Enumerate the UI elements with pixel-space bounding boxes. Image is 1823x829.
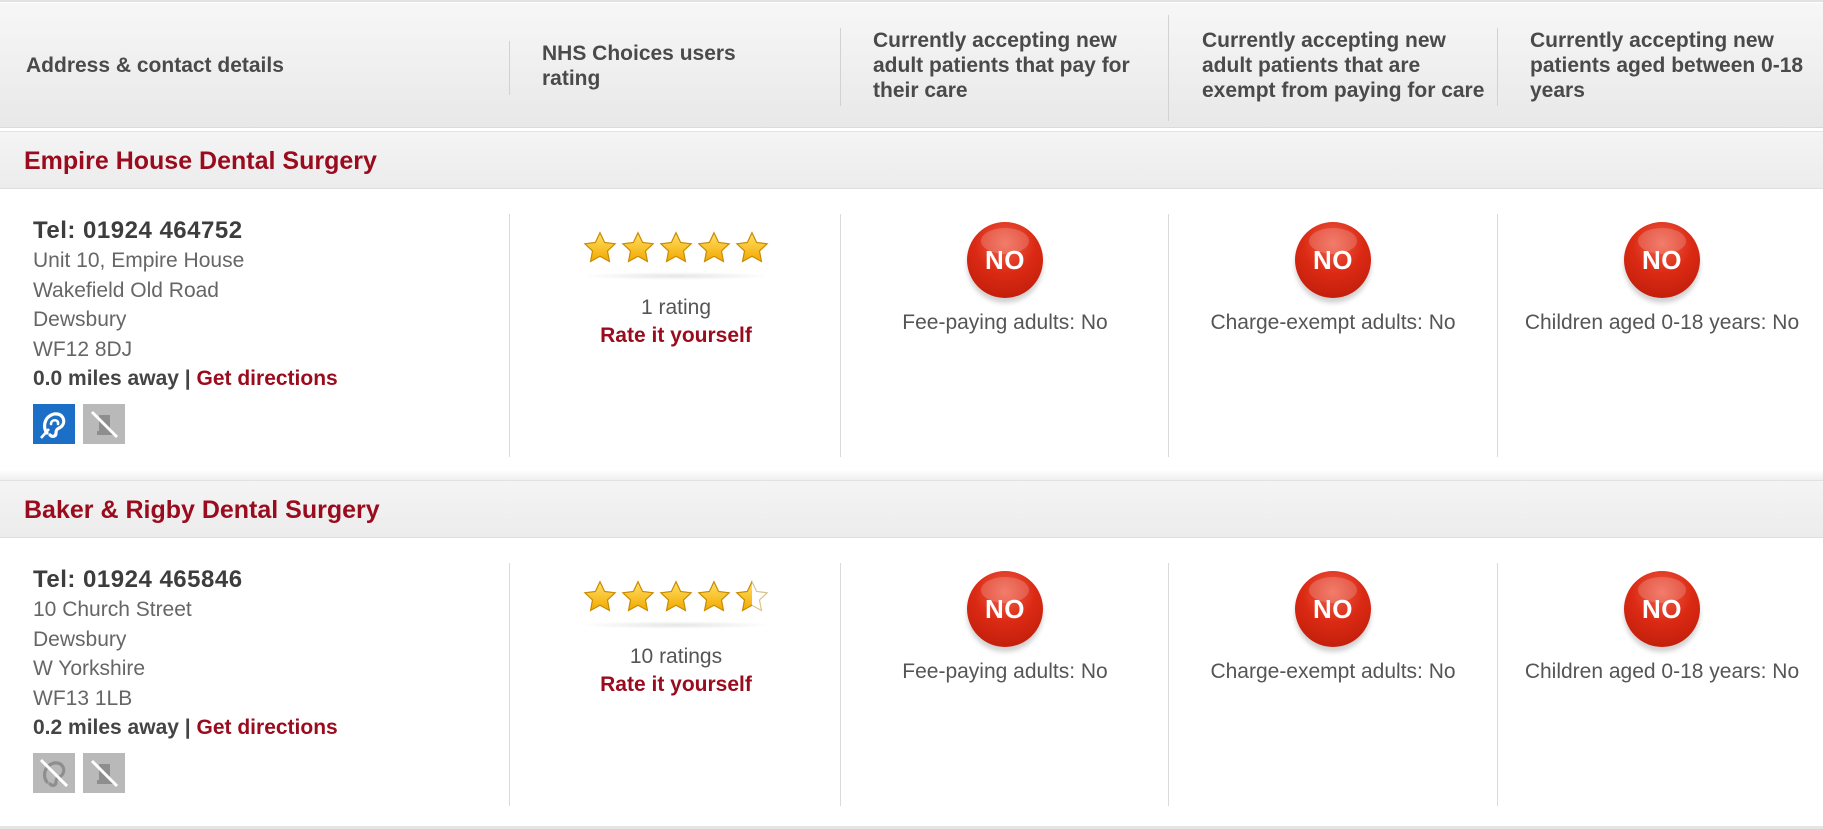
get-directions-link[interactable]: Get directions: [197, 367, 338, 390]
contact-details: Tel: 01924 465846 10 Church Street Dewsb…: [33, 565, 503, 793]
users-rating: 1 rating Rate it yourself: [510, 190, 842, 348]
address-line: Unit 10, Empire House: [33, 249, 245, 272]
hearing-loop-unavailable-icon[interactable]: [33, 753, 75, 793]
wheelchair-unavailable-icon[interactable]: [83, 753, 125, 793]
star-icon: [735, 231, 769, 263]
address-postcode: WF13 1LB: [33, 686, 133, 710]
distance: 0.0 miles away: [33, 367, 179, 390]
no-badge-icon: NO: [967, 222, 1043, 298]
users-rating: 10 ratings Rate it yourself: [510, 539, 842, 697]
no-badge-icon: NO: [1624, 222, 1700, 298]
children-status: NO Children aged 0-18 years: No: [1498, 190, 1823, 336]
distance: 0.2 miles away: [33, 716, 179, 739]
get-directions-link[interactable]: Get directions: [197, 716, 338, 739]
header-children: Currently accepting new patients aged be…: [1530, 29, 1804, 102]
star-icon: [697, 231, 731, 263]
star-shadow: [578, 621, 774, 629]
rate-it-yourself-link[interactable]: Rate it yourself: [600, 324, 752, 348]
practice-name-link[interactable]: Empire House Dental Surgery: [24, 132, 377, 190]
separator: |: [184, 716, 191, 739]
status-text: Fee-paying adults: No: [902, 660, 1108, 683]
hearing-loop-icon[interactable]: [33, 404, 75, 444]
star-icon: [659, 580, 693, 612]
header-charge-exempt: Currently accepting new adult patients t…: [1202, 29, 1485, 102]
star-icon: [621, 231, 655, 263]
rating-count: 1 rating: [640, 296, 712, 319]
separator: |: [184, 367, 191, 390]
no-badge-icon: NO: [1295, 222, 1371, 298]
practice-row: Tel: 01924 464752 Unit 10, Empire House …: [0, 190, 1823, 480]
star-icon: [583, 580, 617, 612]
no-badge-icon: NO: [967, 571, 1043, 647]
accessibility-icons: [33, 753, 503, 793]
star-rating: [510, 579, 842, 617]
header-divider: [509, 41, 510, 95]
distance-line: 0.0 miles away | Get directions: [33, 364, 503, 394]
wheelchair-unavailable-icon[interactable]: [83, 404, 125, 444]
address-line: Dewsbury: [33, 627, 127, 651]
fee-paying-status: NO Fee-paying adults: No: [841, 539, 1169, 685]
telephone: Tel: 01924 464752: [33, 217, 243, 244]
top-divider: [0, 0, 1823, 2]
address-line: Dewsbury: [33, 308, 127, 331]
status-text: Charge-exempt adults: No: [1210, 311, 1456, 334]
fee-paying-status: NO Fee-paying adults: No: [841, 190, 1169, 336]
practice-name-link[interactable]: Baker & Rigby Dental Surgery: [24, 481, 380, 539]
table-header: Address & contact details NHS Choices us…: [0, 3, 1823, 128]
distance-line: 0.2 miles away | Get directions: [33, 713, 503, 743]
rate-it-yourself-link[interactable]: Rate it yourself: [600, 673, 752, 697]
dentist-results-table: Address & contact details NHS Choices us…: [0, 0, 1823, 829]
half-star-icon: [735, 580, 769, 612]
address-postcode: WF12 8DJ: [33, 337, 133, 361]
contact-details: Tel: 01924 464752 Unit 10, Empire House …: [33, 216, 503, 444]
header-fee-paying: Currently accepting new adult patients t…: [873, 29, 1130, 102]
telephone: Tel: 01924 465846: [33, 566, 243, 593]
rating-count: 10 ratings: [629, 645, 723, 668]
address-line: 10 Church Street: [33, 598, 192, 621]
header-rating: NHS Choices users rating: [542, 41, 736, 90]
header-divider: [1497, 28, 1498, 106]
star-icon: [697, 580, 731, 612]
address-line: W Yorkshire: [33, 657, 146, 680]
accessibility-icons: [33, 404, 503, 444]
header-divider: [840, 28, 841, 106]
charge-exempt-status: NO Charge-exempt adults: No: [1169, 190, 1497, 336]
charge-exempt-status: NO Charge-exempt adults: No: [1169, 539, 1497, 685]
star-icon: [583, 231, 617, 263]
children-status: NO Children aged 0-18 years: No: [1498, 539, 1823, 685]
status-text: Children aged 0-18 years: No: [1524, 660, 1800, 683]
star-shadow: [578, 272, 774, 280]
star-icon: [621, 580, 655, 612]
status-text: Fee-paying adults: No: [902, 311, 1108, 334]
status-text: Charge-exempt adults: No: [1210, 660, 1456, 683]
practice-row: Tel: 01924 465846 10 Church Street Dewsb…: [0, 539, 1823, 829]
practice-name-bar: Empire House Dental Surgery: [0, 131, 1823, 189]
no-badge-icon: NO: [1624, 571, 1700, 647]
status-text: Children aged 0-18 years: No: [1524, 311, 1800, 334]
practice-name-bar: Baker & Rigby Dental Surgery: [0, 480, 1823, 538]
star-rating: [510, 230, 842, 268]
address-line: Wakefield Old Road: [33, 278, 219, 302]
header-divider: [1168, 15, 1169, 121]
star-icon: [659, 231, 693, 263]
header-address: Address & contact details: [26, 54, 284, 77]
no-badge-icon: NO: [1295, 571, 1371, 647]
